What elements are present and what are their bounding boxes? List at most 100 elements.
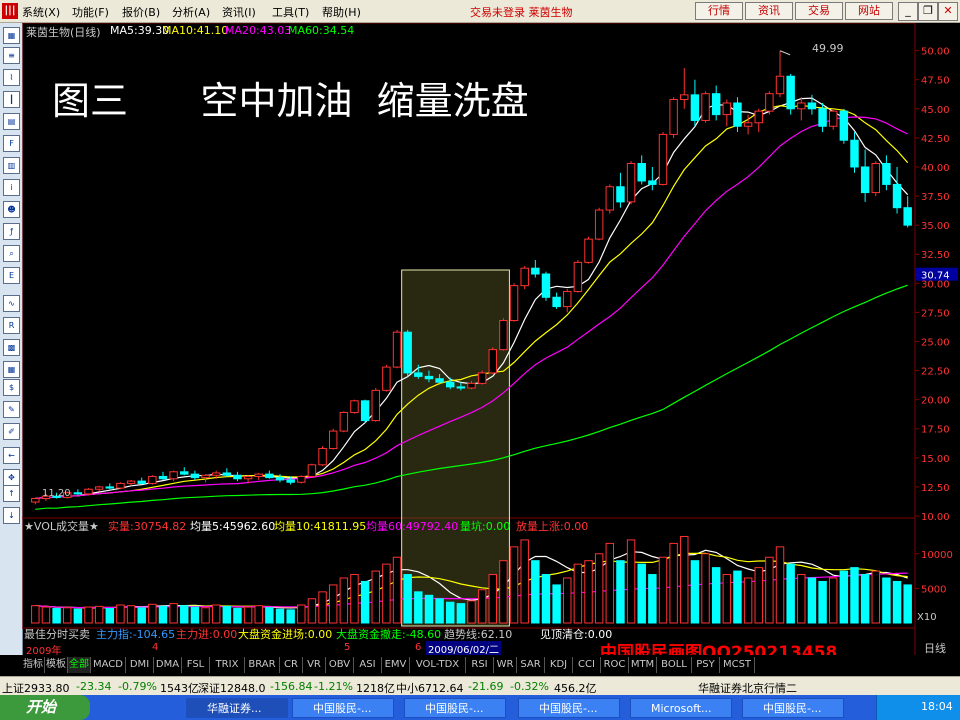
volume-bar — [84, 606, 93, 624]
task-microsoft[interactable]: Microsoft... — [630, 698, 732, 718]
indicator-tab-kdj[interactable]: KDJ — [545, 657, 573, 673]
move-tool-icon[interactable]: ✥ — [3, 469, 20, 486]
trade-button[interactable]: 交易 — [795, 2, 843, 20]
ma10-label: MA10:41.10 — [162, 24, 229, 37]
arrow-down-icon[interactable]: ↓ — [3, 507, 20, 524]
indicator-tab-vol-tdx[interactable]: VOL-TDX — [410, 657, 466, 673]
wave-tool-icon[interactable]: ∿ — [3, 295, 20, 312]
task-browser-2[interactable]: 中国股民-... — [404, 698, 506, 718]
search-tool-icon[interactable]: ⌕ — [3, 245, 20, 262]
indicator-tab-psy[interactable]: PSY — [692, 657, 720, 673]
clock: 18:04 — [921, 700, 953, 713]
website-button[interactable]: 网站 — [845, 2, 893, 20]
arrow-left-icon[interactable]: ← — [3, 447, 20, 464]
candle-body — [435, 378, 444, 383]
indicator-tab-cci[interactable]: CCI — [573, 657, 601, 673]
money-tool-icon[interactable]: $ — [3, 379, 20, 396]
pencil-tool-icon[interactable]: ✐ — [3, 423, 20, 440]
arrow-up-icon[interactable]: ↑ — [3, 485, 20, 502]
kline-tool-icon[interactable]: ┃ — [3, 91, 20, 108]
minimize-icon[interactable]: _ — [898, 2, 918, 21]
indicator-tab-指标[interactable]: 指标 — [22, 657, 45, 673]
menu-analysis[interactable]: 分析(A) — [172, 4, 210, 20]
indicator-tab-emv[interactable]: EMV — [382, 657, 410, 673]
candle-body — [775, 75, 785, 95]
candle-body — [509, 285, 519, 322]
f10-tool-icon[interactable]: F — [3, 135, 20, 152]
news-button[interactable]: 资讯 — [745, 2, 793, 20]
menu-tools[interactable]: 工具(T) — [272, 4, 309, 20]
table-tool-icon[interactable]: ▤ — [3, 113, 20, 130]
server-label: 华融证券北京行情二 — [698, 682, 797, 695]
users-tool-icon[interactable]: ☻ — [3, 201, 20, 218]
indicator-tab-sar[interactable]: SAR — [517, 657, 545, 673]
task-browser-1[interactable]: 中国股民-... — [292, 698, 394, 718]
task-browser-4[interactable]: 中国股民-... — [742, 698, 844, 718]
menu-function[interactable]: 功能(F) — [72, 4, 109, 20]
indicator-tab-模板[interactable]: 模板 — [45, 657, 68, 673]
indicator-tab-mtm[interactable]: MTM — [629, 657, 657, 673]
indicator-tab-cr[interactable]: CR — [280, 657, 303, 673]
volume-bar — [63, 607, 72, 624]
candle-body — [765, 93, 774, 112]
start-button[interactable]: 开始 — [0, 695, 90, 720]
volume-bar — [211, 604, 221, 624]
report-tool-icon[interactable]: ▥ — [3, 157, 20, 174]
candle-body — [807, 102, 817, 110]
grid-tool-icon[interactable]: ▩ — [3, 339, 20, 356]
quote-button[interactable]: 行情 — [695, 2, 743, 20]
candle-body — [371, 389, 380, 422]
trend-tool-icon[interactable]: ⌇ — [3, 69, 20, 86]
main-in: 主力进:0.00 — [176, 628, 238, 641]
menu-system[interactable]: 系统(X) — [22, 4, 60, 20]
indicator-tab-trix[interactable]: TRIX — [210, 657, 245, 673]
task-huarong[interactable]: 华融证券... — [186, 698, 288, 718]
task-browser-3[interactable]: 中国股民-... — [518, 698, 620, 718]
table2-tool-icon[interactable]: ▦ — [3, 361, 20, 378]
indicator-tab-macd[interactable]: MACD — [91, 657, 126, 673]
indicator-tab-obv[interactable]: OBV — [326, 657, 354, 673]
price-tick-label: 22.50 — [921, 367, 950, 378]
indicator-tab-dmi[interactable]: DMI — [126, 657, 154, 673]
indicator-tab-brar[interactable]: BRAR — [245, 657, 280, 673]
indicator-tab-fsl[interactable]: FSL — [182, 657, 210, 673]
list-tool-icon[interactable]: ≡ — [3, 47, 20, 64]
indicator-tab-dma[interactable]: DMA — [154, 657, 182, 673]
candle-body — [573, 261, 583, 292]
indicator-tab-rsi[interactable]: RSI — [466, 657, 494, 673]
volume-bar — [573, 563, 583, 624]
indicator-tab-asi[interactable]: ASI — [354, 657, 382, 673]
indicator-tab-wr[interactable]: WR — [494, 657, 517, 673]
candle-body — [318, 448, 327, 466]
restore-icon[interactable]: ❐ — [918, 2, 938, 21]
candle-body — [701, 93, 710, 121]
sh-percent: -0.79% — [118, 680, 157, 693]
volume-bar — [41, 606, 51, 624]
indicator-tab-mcst[interactable]: MCST — [720, 657, 755, 673]
chart-tool-icon[interactable]: ▦ — [3, 27, 20, 44]
wrench-tool-icon[interactable]: ✎ — [3, 401, 20, 418]
volume-bar — [350, 574, 359, 624]
menu-help[interactable]: 帮助(H) — [322, 4, 361, 20]
rst-tool-icon[interactable]: R — [3, 317, 20, 334]
menu-quote[interactable]: 报价(B) — [122, 4, 160, 20]
menu-info[interactable]: 资讯(I) — [222, 4, 256, 20]
price-tick-label: 45.00 — [921, 105, 950, 116]
vol-unit-label: X10 — [917, 612, 937, 623]
indicator-tab-boll[interactable]: BOLL — [657, 657, 692, 673]
period-label[interactable]: 日线 — [924, 640, 946, 656]
volume-bar — [275, 608, 285, 624]
info-tool-icon[interactable]: i — [3, 179, 20, 196]
volume-bar — [424, 594, 434, 624]
price-tick-label: 27.50 — [921, 308, 950, 319]
close-icon[interactable]: ✕ — [938, 2, 958, 21]
candle-body — [254, 473, 263, 477]
indicator-tab-全部[interactable]: 全部 — [68, 657, 91, 673]
volume-bar — [328, 584, 338, 624]
etf-tool-icon[interactable]: E — [3, 267, 20, 284]
volume-bar — [360, 580, 370, 624]
indicator-tab-roc[interactable]: ROC — [601, 657, 629, 673]
indicator-tab-vr[interactable]: VR — [303, 657, 326, 673]
volume-bar — [733, 570, 742, 624]
formula-tool-icon[interactable]: ƒ — [3, 223, 20, 240]
